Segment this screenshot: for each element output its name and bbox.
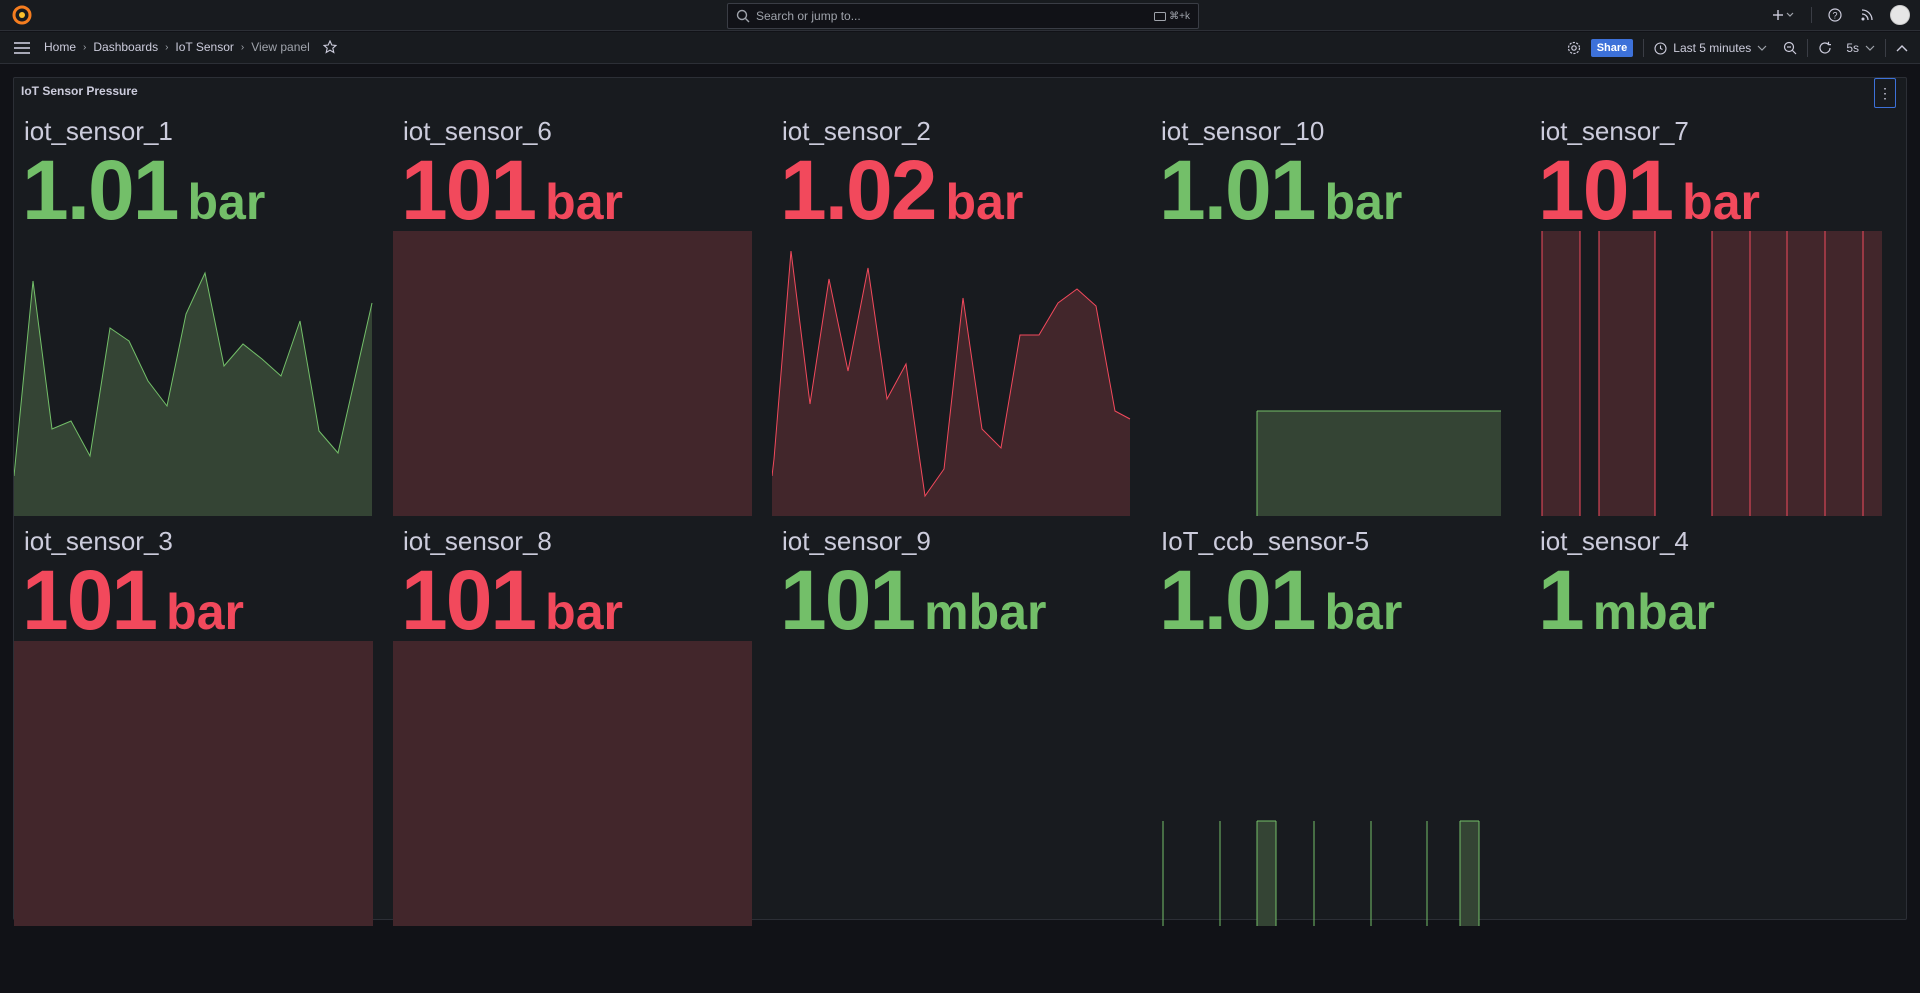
search-placeholder: Search or jump to...	[756, 9, 861, 23]
stat-value-number: 101	[22, 553, 158, 647]
sparkline	[393, 231, 752, 516]
stat-iot-sensor-3: iot_sensor_3 101 bar	[14, 516, 373, 926]
sparkline	[14, 641, 373, 926]
stat-value-unit: bar	[1324, 174, 1403, 230]
sparkline	[1162, 820, 1480, 926]
sparkline	[1256, 410, 1501, 516]
grafana-logo-icon[interactable]	[12, 5, 32, 25]
chevron-right-icon: ›	[165, 41, 169, 53]
gear-icon[interactable]	[1567, 41, 1581, 55]
stat-iot-sensor-9: iot_sensor_9 101 mbar	[772, 516, 1131, 926]
panel-title: IoT Sensor Pressure	[21, 84, 138, 98]
breadcrumb-home[interactable]: Home	[44, 40, 76, 54]
stat-value-unit: bar	[187, 174, 266, 230]
divider	[1811, 7, 1812, 23]
stat-iot-sensor-10: iot_sensor_10 1.01 bar	[1151, 106, 1510, 516]
breadcrumb-dashboards[interactable]: Dashboards	[93, 40, 158, 54]
stat-value: 101 bar	[401, 144, 623, 236]
divider	[1885, 39, 1886, 57]
stat-value: 101 bar	[22, 554, 244, 646]
search-shortcut: ⌘+k	[1154, 11, 1190, 22]
stat-value-unit: bar	[545, 584, 623, 640]
chevron-right-icon: ›	[240, 41, 245, 53]
chevron-right-icon: ›	[83, 41, 87, 53]
share-button[interactable]: Share	[1590, 39, 1634, 57]
zoom-out-icon[interactable]	[1783, 41, 1797, 55]
stat-value-number: 1.01	[22, 143, 179, 237]
stat-value-number: 101	[401, 143, 537, 237]
stat-value-unit: bar	[166, 584, 244, 640]
panel-menu-button[interactable]: ⋮	[1874, 78, 1896, 108]
stat-value-unit: bar	[1324, 584, 1403, 640]
stat-iot-sensor-6: iot_sensor_6 101 bar	[393, 106, 752, 516]
divider	[1807, 39, 1809, 57]
star-icon[interactable]	[322, 40, 337, 54]
breadcrumb: Home › Dashboards › IoT Sensor › View pa…	[44, 40, 337, 54]
stat-value: 101 bar	[401, 554, 623, 646]
refresh-interval-label: 5s	[1846, 41, 1859, 55]
stat-value-number: 101	[780, 553, 916, 647]
top-right-actions: ?	[1771, 4, 1910, 26]
clock-icon	[1654, 41, 1667, 55]
breadcrumb-view-panel: View panel	[251, 40, 310, 54]
top-bar: Search or jump to... ⌘+k ?	[0, 0, 1920, 31]
stat-value: 1.01 bar	[22, 144, 265, 236]
stat-value-unit: bar	[945, 174, 1024, 230]
search-input[interactable]: Search or jump to... ⌘+k	[727, 3, 1199, 29]
stat-value-unit: mbar	[924, 584, 1047, 640]
chevron-down-icon	[1757, 45, 1767, 51]
sparkline	[772, 250, 1131, 516]
stat-value-number: 1.01	[1159, 553, 1316, 647]
stat-panel: IoT Sensor Pressure ⋮ iot_sensor_1 1.01 b…	[13, 77, 1907, 926]
sparkline	[393, 641, 752, 926]
rss-icon[interactable]	[1858, 6, 1876, 24]
stat-iot-sensor-1: iot_sensor_1 1.01 bar	[14, 106, 373, 516]
stat-iot-sensor-8: iot_sensor_8 101 bar	[393, 516, 752, 926]
stat-value-number: 101	[401, 553, 537, 647]
search-shortcut-text: ⌘+k	[1169, 10, 1190, 22]
stat-value-number: 1	[1538, 553, 1585, 647]
sparkline	[1541, 231, 1882, 516]
stat-iot-sensor-4: iot_sensor_4 1 mbar	[1530, 516, 1889, 926]
avatar[interactable]	[1890, 5, 1910, 25]
search-icon	[736, 9, 750, 23]
help-icon[interactable]: ?	[1826, 6, 1844, 24]
refresh-picker[interactable]: 5s	[1818, 41, 1875, 55]
sparkline	[14, 271, 373, 516]
stat-value: 1.02 bar	[780, 144, 1023, 236]
stat-value: 101 bar	[1538, 144, 1760, 236]
stat-value-unit: bar	[545, 174, 623, 230]
stat-value: 1 mbar	[1538, 554, 1715, 646]
chevron-up-icon[interactable]	[1896, 44, 1908, 52]
stat-iot-sensor-2: iot_sensor_2 1.02 bar	[772, 106, 1131, 516]
svg-text:?: ?	[1832, 11, 1837, 21]
stat-iot-ccb-sensor-5: IoT_ccb_sensor-5 1.01 bar	[1151, 516, 1510, 926]
time-range-picker[interactable]: Last 5 minutes	[1654, 41, 1767, 55]
keyboard-icon	[1154, 11, 1167, 21]
divider	[1643, 39, 1645, 57]
stat-value-number: 1.02	[780, 143, 937, 237]
nav-bar: Home › Dashboards › IoT Sensor › View pa…	[0, 32, 1920, 64]
stat-value-unit: bar	[1682, 174, 1760, 230]
breadcrumb-iot-sensor[interactable]: IoT Sensor	[175, 40, 233, 54]
stat-iot-sensor-7: iot_sensor_7 101 bar	[1530, 106, 1889, 516]
chevron-down-icon	[1865, 45, 1875, 51]
stat-value: 101 mbar	[780, 554, 1046, 646]
refresh-icon[interactable]	[1818, 41, 1832, 55]
stat-value-unit: mbar	[1592, 584, 1715, 640]
plus-icon[interactable]	[1771, 6, 1797, 24]
stat-value-number: 1.01	[1159, 143, 1316, 237]
stat-value-number: 101	[1538, 143, 1674, 237]
hamburger-menu-icon[interactable]	[13, 40, 31, 56]
stat-value: 1.01 bar	[1159, 144, 1402, 236]
nav-right-controls: Share Last 5 minutes 5s	[1567, 37, 1908, 59]
time-range-label: Last 5 minutes	[1673, 41, 1752, 55]
stat-value: 1.01 bar	[1159, 554, 1402, 646]
